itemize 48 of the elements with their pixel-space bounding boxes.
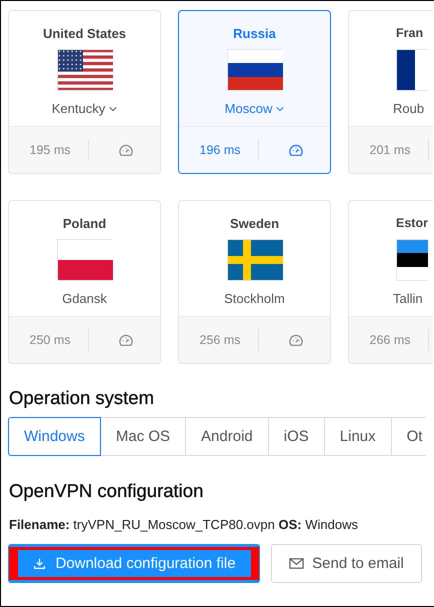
ping-text: 250 ms	[28, 333, 72, 347]
server-card[interactable]: United States Kentucky 195 ms	[8, 10, 161, 174]
ping-text: 196 ms	[198, 143, 242, 157]
os-tab[interactable]: Windows	[8, 417, 101, 456]
os-tab[interactable]: Android	[186, 417, 269, 456]
server-card[interactable]: Fran Roub 201 ms	[348, 10, 433, 174]
os-tab[interactable]: Mac OS	[100, 417, 186, 456]
country-name: United States	[42, 26, 126, 42]
ping-text: 195 ms	[28, 143, 72, 157]
flag-icon	[396, 239, 428, 281]
section-title: Operation system	[9, 386, 155, 410]
caret-icon	[276, 106, 284, 112]
flag-icon	[396, 49, 428, 91]
os-tab[interactable]: Linux	[324, 417, 392, 456]
speedometer-icon[interactable]	[289, 334, 303, 346]
city-select[interactable]: Tallin	[393, 291, 423, 306]
flag-icon	[56, 49, 112, 91]
envelope-icon	[289, 557, 304, 570]
city-select[interactable]: Kentucky	[52, 101, 118, 116]
os-tab[interactable]: Ot	[392, 417, 426, 456]
speedometer-icon[interactable]	[119, 334, 133, 346]
country-name: Poland	[62, 216, 106, 232]
speedometer-icon[interactable]	[119, 144, 133, 156]
server-card[interactable]: Russia Moscow 196 ms	[178, 10, 331, 174]
server-card[interactable]: Sweden Stockholm 256 ms	[178, 200, 331, 364]
country-name: Russia	[233, 26, 276, 42]
city-select[interactable]: Moscow	[224, 101, 284, 116]
ping-text: 256 ms	[198, 333, 242, 347]
section-title: OpenVPN configuration	[9, 479, 204, 503]
flag-icon	[226, 239, 282, 281]
server-card[interactable]: Estor Tallin 266 ms	[348, 200, 433, 364]
ping-text: 266 ms	[368, 333, 412, 347]
country-name: Sweden	[230, 216, 280, 232]
download-icon	[32, 557, 48, 570]
caret-icon	[109, 106, 118, 112]
country-name: Estor	[396, 216, 428, 232]
flag-icon	[56, 239, 112, 281]
city-select[interactable]: Roub	[393, 101, 424, 116]
city-select[interactable]: Stockholm	[224, 291, 285, 306]
file-info: Filename: tryVPN_RU_Moscow_TCP80.ovpn OS: Windows	[9, 517, 359, 532]
ping-text: 201 ms	[368, 143, 412, 157]
city-select[interactable]: Gdansk	[62, 291, 107, 306]
flag-icon	[226, 49, 282, 91]
email-button[interactable]: Send to email	[271, 544, 422, 583]
country-name: Fran	[396, 26, 424, 42]
server-card[interactable]: Poland Gdansk 250 ms	[8, 200, 161, 364]
speedometer-icon[interactable]	[289, 144, 303, 156]
os-tab[interactable]: iOS	[268, 417, 325, 456]
